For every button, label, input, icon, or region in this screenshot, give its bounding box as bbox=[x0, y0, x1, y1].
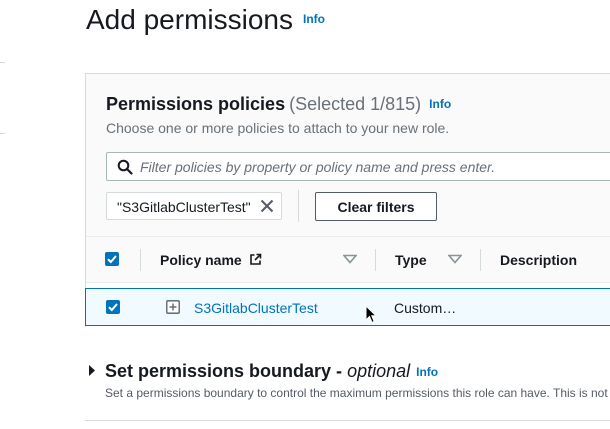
search-icon bbox=[117, 159, 133, 175]
filter-token-label: "S3GitlabClusterTest" bbox=[117, 199, 251, 215]
policies-selected-count: (Selected 1/815) bbox=[289, 94, 422, 114]
section-divider bbox=[85, 420, 610, 421]
policies-table-header: Policy name Type Description bbox=[86, 236, 610, 283]
filter-token: "S3GitlabClusterTest" bbox=[106, 192, 282, 220]
policy-search-box[interactable] bbox=[106, 152, 610, 181]
permissions-policies-panel: Permissions policies (Selected 1/815) Info… bbox=[85, 73, 610, 327]
column-separator bbox=[140, 249, 141, 271]
close-icon[interactable] bbox=[260, 199, 274, 213]
column-separator bbox=[480, 249, 481, 271]
external-link-icon bbox=[249, 253, 261, 265]
mouse-pointer-icon bbox=[365, 305, 377, 324]
expand-plus-icon[interactable] bbox=[166, 300, 180, 314]
left-rail-mark bbox=[0, 133, 5, 134]
column-header-policy-name-label: Policy name bbox=[160, 252, 242, 268]
clear-filters-button[interactable]: Clear filters bbox=[315, 192, 437, 221]
column-header-description[interactable]: Description bbox=[500, 252, 577, 268]
checkmark-icon bbox=[108, 303, 118, 312]
boundary-heading-optional: optional bbox=[347, 361, 411, 381]
checkmark-icon bbox=[107, 255, 117, 264]
table-row[interactable]: S3GitlabClusterTest Custom… bbox=[85, 288, 610, 326]
column-separator bbox=[375, 249, 376, 271]
filter-divider bbox=[298, 190, 299, 222]
sort-down-icon[interactable] bbox=[448, 254, 462, 264]
column-header-type[interactable]: Type bbox=[395, 252, 427, 268]
select-all-checkbox[interactable] bbox=[105, 252, 119, 266]
policies-info-link[interactable]: Info bbox=[429, 97, 451, 111]
policy-name-link[interactable]: S3GitlabClusterTest bbox=[194, 300, 318, 316]
policies-heading-text: Permissions policies bbox=[106, 94, 286, 114]
row-checkbox[interactable] bbox=[106, 300, 120, 314]
caret-right-icon[interactable] bbox=[88, 364, 96, 377]
page-title-info-link[interactable]: Info bbox=[303, 12, 325, 26]
policy-search-input[interactable] bbox=[140, 156, 600, 177]
page-title-text: Add permissions bbox=[86, 4, 293, 35]
policies-heading: Permissions policies (Selected 1/815) Info bbox=[106, 94, 451, 115]
sort-down-icon[interactable] bbox=[343, 254, 357, 264]
boundary-info-link[interactable]: Info bbox=[416, 365, 438, 379]
left-rail-mark bbox=[0, 62, 5, 63]
boundary-heading-text: Set permissions boundary - bbox=[105, 361, 348, 381]
boundary-description: Set a permissions boundary to control th… bbox=[105, 386, 608, 400]
permissions-boundary-heading[interactable]: Set permissions boundary - optional Info bbox=[105, 361, 438, 382]
column-header-policy-name[interactable]: Policy name bbox=[160, 252, 262, 268]
page-title: Add permissions Info bbox=[86, 4, 325, 36]
policies-description: Choose one or more policies to attach to… bbox=[106, 120, 450, 136]
policy-type-cell: Custom… bbox=[394, 300, 457, 316]
